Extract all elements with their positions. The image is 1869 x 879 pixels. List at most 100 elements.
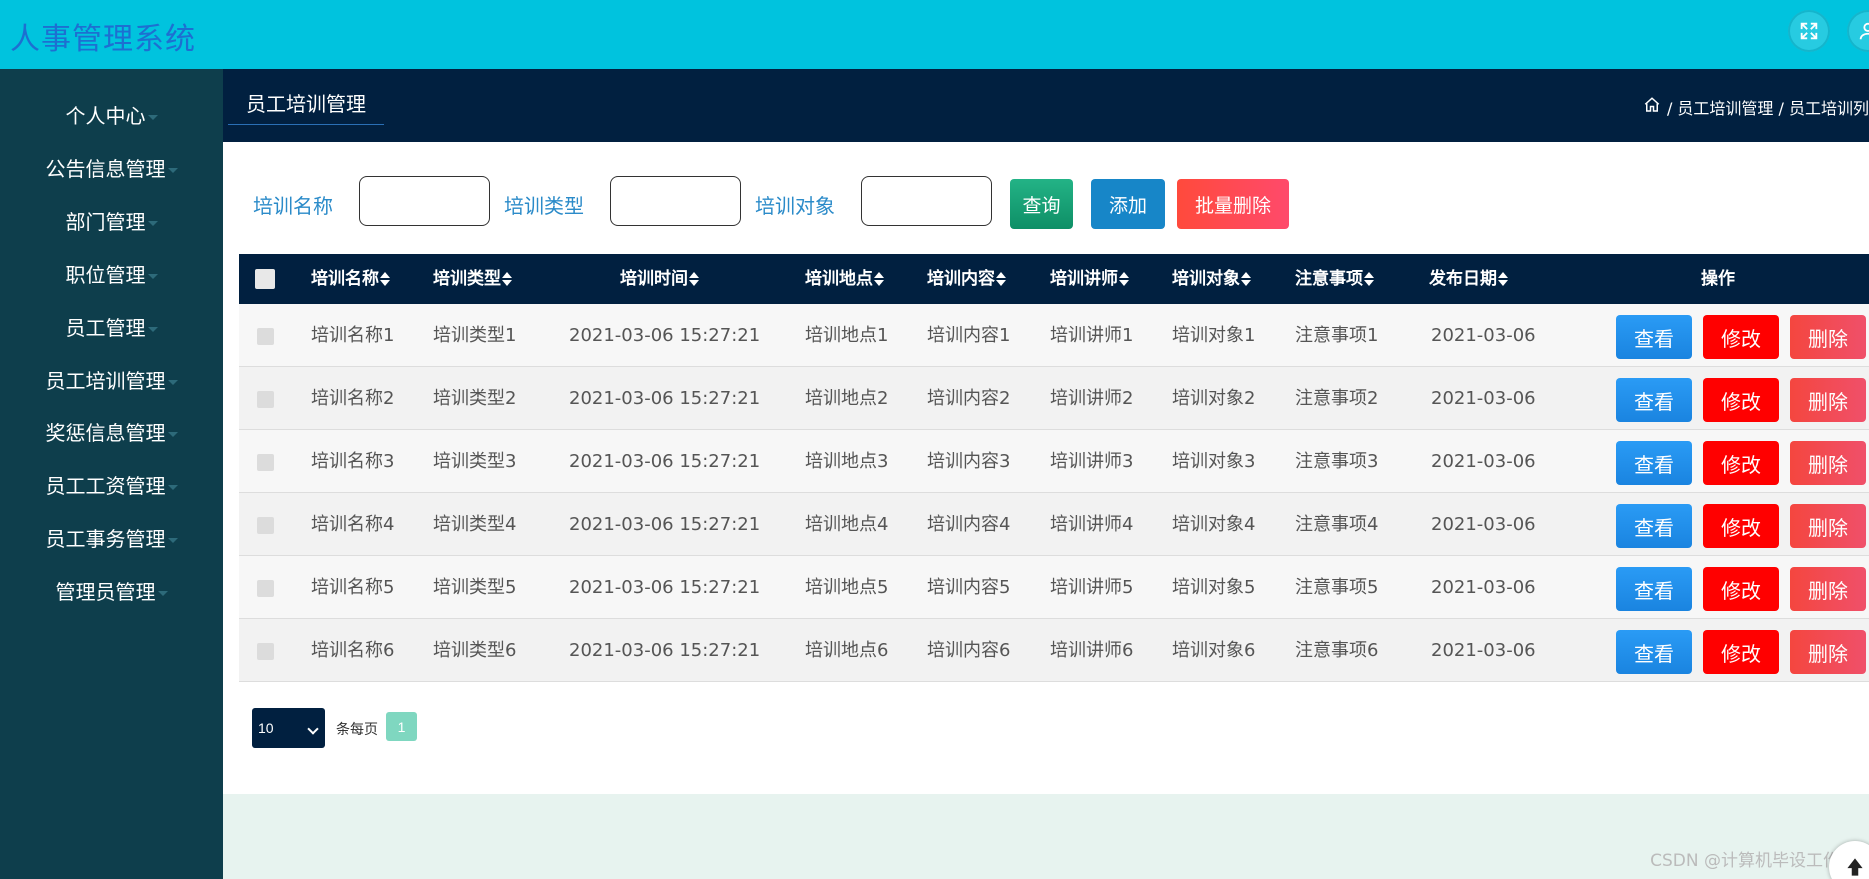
caret-down-icon (147, 274, 158, 279)
sidebar-item-label: 员工事务管理 (45, 527, 166, 551)
edit-button[interactable]: 修改 (1703, 441, 1779, 485)
sort-icon (1119, 272, 1129, 286)
training-name-input[interactable] (359, 176, 490, 226)
header-place[interactable]: 培训地点 (805, 254, 884, 304)
training-type-input[interactable] (610, 176, 741, 226)
page-number-button[interactable]: 1 (386, 712, 417, 741)
sidebar-item-affairs[interactable]: 员工事务管理 (0, 524, 223, 554)
sidebar-item-department[interactable]: 部门管理 (0, 207, 223, 237)
caret-down-icon (167, 168, 178, 173)
header-date-label: 发布日期 (1429, 269, 1497, 289)
sidebar-item-personal-center[interactable]: 个人中心 (0, 101, 223, 131)
sidebar-item-label: 员工工资管理 (45, 474, 166, 498)
cell-notes: 注意事项2 (1295, 388, 1379, 409)
cell-name: 培训名称3 (311, 451, 395, 472)
sort-icon (1498, 272, 1508, 286)
table-header: 培训名称 培训类型 培训时间 培训地点 培训内容 培训讲师 培训对象 注意事项 … (239, 254, 1869, 304)
cell-target: 培训对象2 (1172, 388, 1256, 409)
caret-down-icon (147, 221, 158, 226)
cell-notes: 注意事项1 (1295, 325, 1379, 346)
batch-delete-button[interactable]: 批量删除 (1177, 179, 1289, 229)
cell-lecturer: 培训讲师5 (1050, 577, 1134, 598)
sidebar-item-employee[interactable]: 员工管理 (0, 313, 223, 343)
sidebar-item-label: 奖惩信息管理 (45, 421, 166, 445)
sidebar-item-admin[interactable]: 管理员管理 (0, 577, 223, 607)
home-icon[interactable] (1643, 96, 1661, 118)
cell-place: 培训地点1 (805, 325, 889, 346)
header-type-label: 培训类型 (433, 269, 501, 289)
breadcrumb: / 员工培训管理 / 员工培训列 (1643, 95, 1869, 119)
page-size-select[interactable]: 10 (252, 708, 325, 748)
cell-time: 2021-03-06 15:27:21 (569, 640, 761, 661)
sidebar-item-position[interactable]: 职位管理 (0, 260, 223, 290)
row-checkbox[interactable] (257, 580, 274, 597)
cell-date: 2021-03-06 (1431, 451, 1536, 472)
sidebar-item-label: 职位管理 (65, 263, 146, 287)
delete-button[interactable]: 删除 (1790, 630, 1866, 674)
cell-content: 培训内容1 (927, 325, 1011, 346)
cell-time: 2021-03-06 15:27:21 (569, 451, 761, 472)
query-button[interactable]: 查询 (1010, 179, 1073, 229)
caret-down-icon (147, 327, 158, 332)
edit-button[interactable]: 修改 (1703, 378, 1779, 422)
sidebar-item-label: 部门管理 (65, 210, 146, 234)
header-time[interactable]: 培训时间 (620, 254, 699, 304)
header-content-label: 培训内容 (927, 269, 995, 289)
breadcrumb-path[interactable]: / 员工培训管理 / 员工培训列 (1667, 95, 1869, 119)
view-button[interactable]: 查看 (1616, 504, 1692, 548)
cell-time: 2021-03-06 15:27:21 (569, 388, 761, 409)
header-target[interactable]: 培训对象 (1172, 254, 1251, 304)
cell-place: 培训地点5 (805, 577, 889, 598)
row-checkbox[interactable] (257, 643, 274, 660)
row-checkbox[interactable] (257, 454, 274, 471)
cell-notes: 注意事项4 (1295, 514, 1379, 535)
row-checkbox[interactable] (257, 391, 274, 408)
view-button[interactable]: 查看 (1616, 441, 1692, 485)
view-button[interactable]: 查看 (1616, 378, 1692, 422)
caret-down-icon (167, 380, 178, 385)
delete-button[interactable]: 删除 (1790, 441, 1866, 485)
delete-button[interactable]: 删除 (1790, 504, 1866, 548)
header-type[interactable]: 培训类型 (433, 254, 512, 304)
header-date[interactable]: 发布日期 (1429, 254, 1508, 304)
view-button[interactable]: 查看 (1616, 567, 1692, 611)
delete-button[interactable]: 删除 (1790, 315, 1866, 359)
sidebar-item-label: 员工培训管理 (45, 369, 166, 393)
cell-content: 培训内容6 (927, 640, 1011, 661)
training-target-input[interactable] (861, 176, 992, 226)
header-lecturer-label: 培训讲师 (1050, 269, 1118, 289)
page-header: 员工培训管理 / 员工培训管理 / 员工培训列 (223, 69, 1869, 142)
cell-name: 培训名称5 (311, 577, 395, 598)
row-checkbox[interactable] (257, 328, 274, 345)
edit-button[interactable]: 修改 (1703, 315, 1779, 359)
header-content[interactable]: 培训内容 (927, 254, 1006, 304)
watermark: CSDN @计算机毕设工作室 (1650, 851, 1857, 871)
sidebar-item-reward[interactable]: 奖惩信息管理 (0, 418, 223, 448)
sort-icon (874, 272, 884, 286)
app-title: 人事管理系统 (10, 22, 196, 57)
header-notes[interactable]: 注意事项 (1295, 254, 1374, 304)
cell-lecturer: 培训讲师6 (1050, 640, 1134, 661)
user-icon[interactable] (1847, 10, 1869, 52)
edit-button[interactable]: 修改 (1703, 504, 1779, 548)
fullscreen-icon[interactable] (1788, 10, 1830, 52)
header-lecturer[interactable]: 培训讲师 (1050, 254, 1129, 304)
cell-type: 培训类型6 (433, 640, 517, 661)
cell-type: 培训类型2 (433, 388, 517, 409)
view-button[interactable]: 查看 (1616, 630, 1692, 674)
sidebar-item-salary[interactable]: 员工工资管理 (0, 471, 223, 501)
edit-button[interactable]: 修改 (1703, 630, 1779, 674)
row-checkbox[interactable] (257, 517, 274, 534)
sidebar-item-notice[interactable]: 公告信息管理 (0, 154, 223, 184)
edit-button[interactable]: 修改 (1703, 567, 1779, 611)
delete-button[interactable]: 删除 (1790, 567, 1866, 611)
view-button[interactable]: 查看 (1616, 315, 1692, 359)
sidebar-item-training[interactable]: 员工培训管理 (0, 366, 223, 396)
add-button[interactable]: 添加 (1091, 179, 1165, 229)
header-name[interactable]: 培训名称 (311, 254, 390, 304)
delete-button[interactable]: 删除 (1790, 378, 1866, 422)
header-target-label: 培训对象 (1172, 269, 1240, 289)
cell-lecturer: 培训讲师1 (1050, 325, 1134, 346)
cell-name: 培训名称1 (311, 325, 395, 346)
select-all-checkbox[interactable] (255, 269, 275, 289)
